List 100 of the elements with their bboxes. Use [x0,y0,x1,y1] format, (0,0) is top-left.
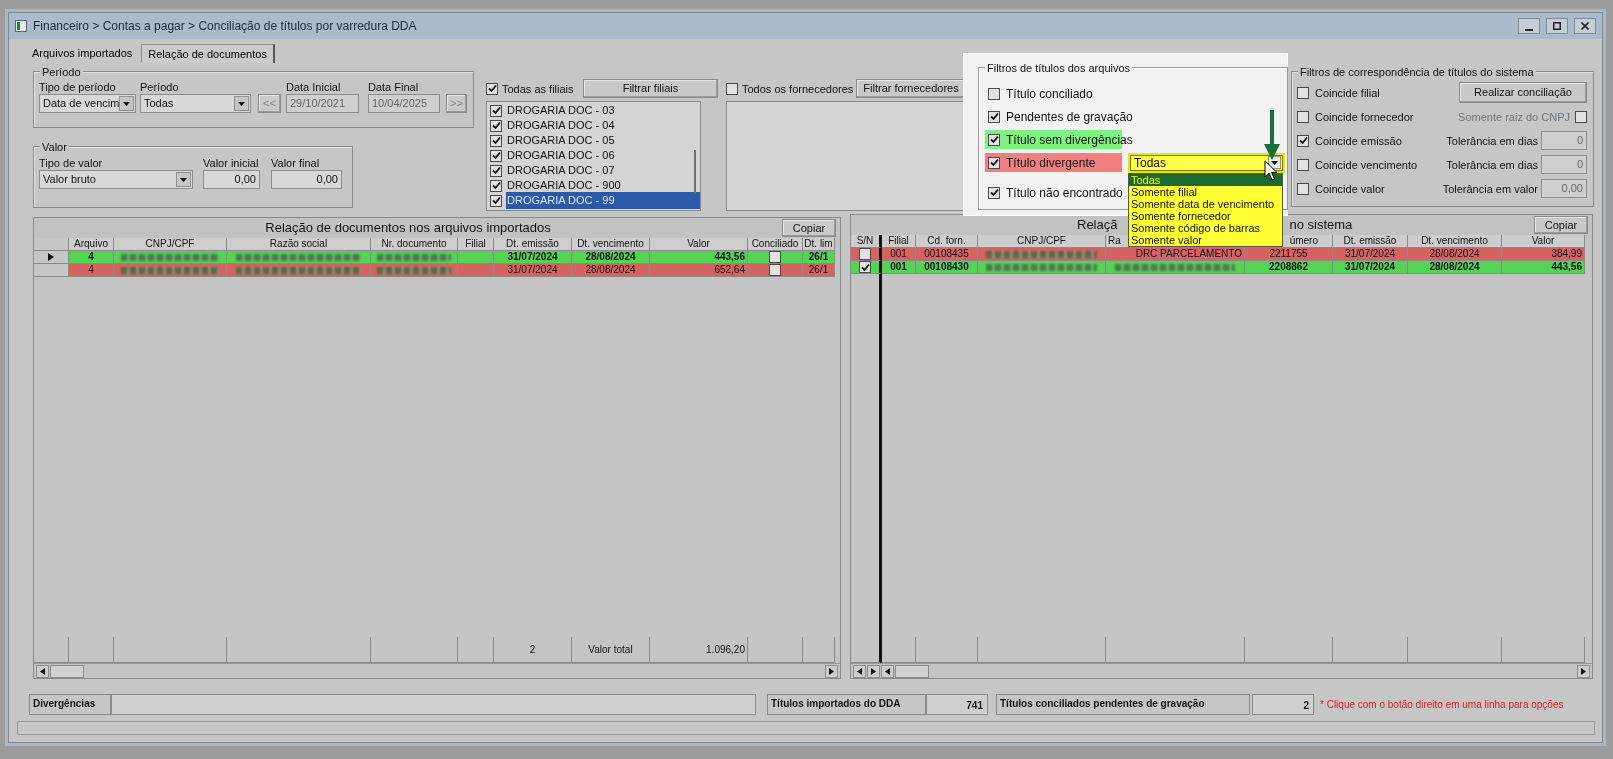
right-arrow-icon [871,667,876,675]
scrollbar-thumb[interactable] [50,664,84,678]
input-field[interactable]: 0,00 [271,170,342,189]
input-field[interactable]: 0,00 [1541,179,1587,198]
checkbox[interactable] [490,164,502,177]
checkbox-label: Título não encontrado [1006,185,1123,200]
filter-button[interactable]: Filtrar fornecedores [856,79,966,98]
column-header: Conciliado [748,238,803,251]
scroll-left-button[interactable] [853,664,866,678]
dropdown-option[interactable]: Somente código de barras [1129,221,1282,234]
filter-button[interactable]: Filtrar filiais [583,79,718,98]
checkbox[interactable] [1297,110,1309,123]
checkbox[interactable] [988,156,1000,169]
checkbox[interactable] [769,264,781,276]
list-item[interactable]: DROGARIA DOC - 03 [506,102,616,119]
checkbox-label: Todos os fornecedores [742,81,854,96]
dropdown[interactable]: Todas [1130,154,1283,171]
scroll-right-button[interactable] [1577,664,1590,678]
list-item[interactable]: DROGARIA DOC - 900 [506,177,622,194]
status-field: 2 [1252,693,1314,715]
tab[interactable]: Arquivos importados [25,43,140,63]
checkbox[interactable] [769,251,781,263]
checkbox[interactable] [490,119,502,132]
dropdown-option[interactable]: Todas [1129,173,1282,186]
column-header: Dt. lim [803,238,835,251]
scroll-right-button[interactable] [867,664,880,678]
column-header: Razão social [227,238,371,251]
checkbox[interactable] [1297,134,1309,147]
close-icon [1581,22,1589,30]
column-header: CNPJ/CPF [114,238,227,251]
app-icon [15,20,27,32]
column-header: Nr. documento [371,238,458,251]
column-header: Arquivo [69,238,114,251]
checkbox[interactable] [1297,158,1309,171]
checkbox[interactable] [490,194,502,207]
checkbox[interactable] [988,186,1000,199]
checkbox[interactable] [859,248,871,260]
down-arrow-icon [1263,110,1281,160]
checkbox-label: Coincide emissão [1315,133,1402,148]
copy-button[interactable]: Copiar [1534,216,1588,234]
table-cell: Valor total [572,637,650,663]
list-item[interactable]: DROGARIA DOC - 07 [506,162,616,179]
dropdown[interactable]: Data de vencim [39,94,136,113]
close-button[interactable] [1574,18,1596,34]
tab[interactable]: Relação de documentos [141,44,275,63]
field-label: Tolerância em dias [1446,157,1538,172]
checkbox-label: Título conciliado [1006,86,1093,101]
status-label: Divergências [29,693,111,715]
checkbox[interactable] [490,134,502,147]
list-item[interactable]: DROGARIA DOC - 06 [506,147,616,164]
field-label: Tipo de período [39,80,117,94]
checkbox[interactable] [1297,182,1309,195]
field-label: Tolerância em dias [1446,133,1538,148]
field-label: Tipo de valor [39,156,104,170]
checkbox-label: Coincide vencimento [1315,157,1418,172]
column-header: Dt. emissão [494,238,572,251]
row-pointer-icon [48,253,54,261]
checkbox[interactable] [1297,86,1309,99]
left-arrow-icon [40,667,45,675]
input-field[interactable]: 0 [1541,155,1587,174]
scrollbar-thumb[interactable] [694,150,696,194]
checkbox[interactable] [490,104,502,117]
dropdown[interactable]: Todas [140,94,251,113]
input-field[interactable]: 0,00 [203,170,260,189]
reconcile-button[interactable]: Realizar conciliação [1459,82,1587,103]
field-label: Data Final [368,80,420,94]
field-label: Valor final [271,156,321,170]
checkbox[interactable] [486,82,498,95]
status-field: 741 [926,693,988,715]
field-label: Valor inicial [203,156,260,170]
copy-button[interactable]: Copiar [782,219,836,237]
checkbox-label: Todas as filiais [502,81,574,96]
dropdown[interactable]: Valor bruto [39,170,193,189]
input-field[interactable]: 0 [1541,131,1587,150]
checkbox[interactable] [988,133,1000,146]
checkbox[interactable] [490,179,502,192]
scroll-left-button[interactable] [36,664,49,678]
checkbox[interactable] [490,149,502,162]
field-label: Tolerância em valor [1442,181,1538,196]
checkbox[interactable] [726,82,738,95]
column-header: Cd. forn. [916,235,978,248]
list-item[interactable]: DROGARIA DOC - 99 [506,192,700,209]
checkbox-label: Coincide filial [1315,85,1380,100]
dropdown-option[interactable]: Somente data de vencimento [1129,197,1282,210]
checkbox[interactable] [859,261,871,273]
checkbox[interactable] [988,87,1000,100]
dropdown-option[interactable]: Somente filial [1129,185,1282,198]
minimize-button[interactable] [1518,18,1540,34]
column-header: CNPJ/CPF [978,235,1106,248]
checkbox[interactable] [988,110,1000,123]
dropdown-option[interactable]: Somente fornecedor [1129,209,1282,222]
list-item[interactable]: DROGARIA DOC - 04 [506,117,616,134]
scroll-left-button[interactable] [881,664,894,678]
table-cell: 2 [494,637,572,663]
maximize-button[interactable] [1546,18,1568,34]
list-item[interactable]: DROGARIA DOC - 05 [506,132,616,149]
scrollbar-thumb[interactable] [895,664,929,678]
scroll-right-button[interactable] [825,664,838,678]
column-header: Dt. vencimento [572,238,650,251]
right-arrow-icon [829,667,834,675]
